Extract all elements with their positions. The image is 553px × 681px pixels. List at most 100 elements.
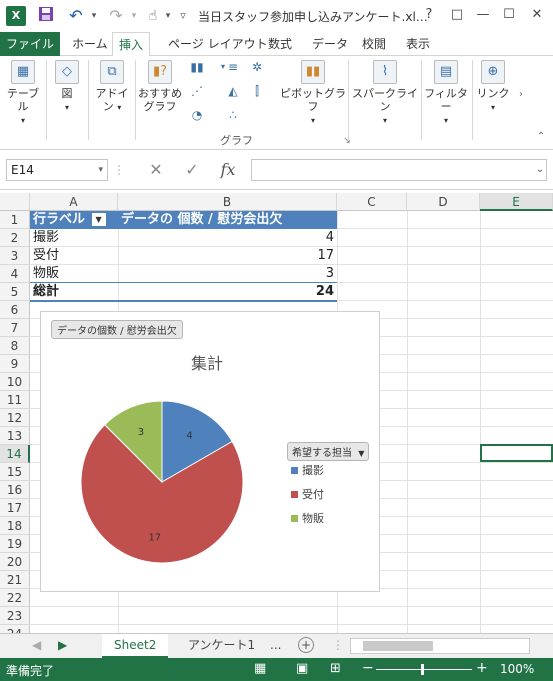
row-header[interactable]: 12 — [0, 409, 30, 427]
touch-mode-icon[interactable]: ☝ — [144, 6, 162, 26]
pivot-row-value[interactable]: 3 — [118, 265, 334, 283]
pivot-chart[interactable]: データの個数 / 慰労会出欠 集計 4 17 3 希望する担当 ▼ 撮影 受付 物販 — [40, 311, 380, 592]
zoom-in-button[interactable]: + — [476, 660, 488, 676]
pivot-total-value[interactable]: 24 — [118, 283, 334, 301]
link-button[interactable]: ⊕ リンク ▾ — [474, 60, 512, 114]
save-icon[interactable] — [36, 6, 56, 26]
name-box[interactable]: E14 ▾ — [6, 159, 108, 181]
pivot-chart-button[interactable]: ▮▮ ピボットグラフ ▾ — [280, 60, 346, 127]
expand-formula-bar-icon[interactable]: ⌄ — [528, 159, 552, 181]
row-header[interactable]: 21 — [0, 571, 30, 589]
bar-chart-icon[interactable]: ≡ — [222, 58, 244, 76]
select-all-corner[interactable] — [0, 193, 30, 211]
row-header[interactable]: 8 — [0, 337, 30, 355]
scrollbar-thumb[interactable] — [363, 641, 433, 651]
column-chart-icon[interactable]: ▮▮ — [186, 58, 208, 76]
column-header-a[interactable]: A — [30, 193, 118, 211]
stock-chart-icon[interactable]: ⫿ — [246, 82, 268, 100]
zoom-slider-track[interactable] — [376, 669, 472, 670]
row-header[interactable]: 10 — [0, 373, 30, 391]
row-header[interactable]: 4 — [0, 265, 30, 283]
insert-function-button[interactable]: fx — [216, 159, 240, 181]
zoom-level[interactable]: 100% — [500, 662, 534, 676]
name-box-dropdown-icon[interactable]: ▾ — [98, 160, 103, 180]
horizontal-scrollbar[interactable] — [350, 638, 530, 654]
data-label[interactable]: 17 — [148, 533, 161, 544]
tab-formulas[interactable]: 数式 — [262, 32, 298, 56]
pie-chart-icon[interactable]: ◔ — [186, 106, 208, 124]
ribbon-scroll-right-icon[interactable]: › — [510, 86, 532, 104]
scatter-chart-icon[interactable]: ∴ — [222, 106, 244, 124]
radar-chart-icon[interactable]: ✲ — [246, 58, 268, 76]
page-layout-view-icon[interactable]: ▣ — [296, 661, 308, 676]
chart-value-field-button[interactable]: データの個数 / 慰労会出欠 — [51, 320, 183, 339]
redo-dropdown-icon[interactable]: ▾ — [128, 6, 140, 26]
pivot-row-label[interactable]: 物販 — [33, 265, 59, 283]
illustrations-button[interactable]: ◇ 図 ▾ — [50, 60, 84, 114]
legend-dropdown-icon[interactable]: ▼ — [358, 449, 364, 458]
legend-entry[interactable]: 物販 — [291, 510, 324, 526]
collapse-ribbon-icon[interactable]: ⌃ — [530, 128, 552, 146]
qat-dropdown-icon[interactable]: ▾ — [162, 6, 174, 26]
zoom-out-button[interactable]: − — [362, 660, 374, 676]
tab-home[interactable]: ホーム — [66, 32, 114, 56]
filter-dropdown-icon[interactable]: ▼ — [91, 213, 106, 226]
row-header[interactable]: 14 — [0, 445, 30, 463]
addins-button[interactable]: ⧉ アドイ ン ▾ — [92, 60, 132, 114]
chart-title[interactable]: 集計 — [191, 350, 223, 374]
row-header[interactable]: 17 — [0, 499, 30, 517]
tab-review[interactable]: 校閲 — [356, 32, 392, 56]
column-header-c[interactable]: C — [337, 193, 407, 211]
close-button[interactable]: ✕ — [524, 4, 550, 26]
legend-entry[interactable]: 撮影 — [291, 462, 324, 478]
pivot-values-header[interactable]: データの 個数 / 慰労会出欠 — [118, 211, 337, 229]
legend-field-button[interactable]: 希望する担当 ▼ — [287, 442, 370, 461]
data-label[interactable]: 4 — [186, 430, 192, 441]
row-header[interactable]: 22 — [0, 589, 30, 607]
qat-customize-icon[interactable]: ▿ — [176, 6, 190, 26]
zoom-slider-thumb[interactable] — [421, 664, 424, 675]
sparkline-button[interactable]: ⌇ スパークライン ▾ — [350, 60, 420, 127]
row-header[interactable]: 13 — [0, 427, 30, 445]
tab-page-layout[interactable]: ページ レイアウト — [162, 32, 274, 56]
page-break-view-icon[interactable]: ⊞ — [330, 661, 341, 676]
row-header[interactable]: 18 — [0, 517, 30, 535]
pivot-row-value[interactable]: 17 — [118, 247, 334, 265]
next-sheet-icon[interactable]: ▶ — [46, 634, 79, 658]
maximize-button[interactable]: ☐ — [496, 4, 522, 26]
column-header-b[interactable]: B — [118, 193, 337, 211]
row-header[interactable]: 1 — [0, 211, 30, 229]
tab-view[interactable]: 表示 — [400, 32, 436, 56]
pivot-row-label[interactable]: 受付 — [33, 247, 59, 265]
cancel-icon[interactable]: ✕ — [144, 159, 168, 181]
tab-data[interactable]: データ — [306, 32, 354, 56]
row-header[interactable]: 6 — [0, 301, 30, 319]
row-header[interactable]: 23 — [0, 607, 30, 625]
normal-view-icon[interactable]: ▦ — [254, 661, 266, 676]
row-header[interactable]: 5 — [0, 283, 30, 301]
row-header[interactable]: 7 — [0, 319, 30, 337]
hierarchy-chart-icon[interactable]: ⋰ — [186, 82, 208, 100]
tab-insert[interactable]: 挿入 — [112, 32, 151, 57]
column-header-e[interactable]: E — [480, 193, 553, 211]
selected-cell[interactable] — [480, 444, 553, 462]
pivot-row-labels-header[interactable]: 行ラベル ▼ — [30, 211, 118, 229]
help-button[interactable]: ? — [416, 4, 442, 26]
row-header[interactable]: 3 — [0, 247, 30, 265]
enter-icon[interactable]: ✓ — [180, 159, 204, 181]
undo-icon[interactable]: ↶ — [66, 6, 86, 26]
data-label[interactable]: 3 — [138, 427, 144, 438]
table-button[interactable]: ▦ テーブル ▾ — [2, 60, 44, 127]
minimize-button[interactable]: — — [470, 4, 496, 26]
pivot-row-label[interactable]: 撮影 — [33, 229, 59, 247]
filter-button[interactable]: ▤ フィルター ▾ — [422, 60, 470, 127]
pivot-row-value[interactable]: 4 — [118, 229, 334, 247]
sheet-tab-survey1[interactable]: アンケート1 — [176, 634, 267, 658]
redo-icon[interactable]: ↷ — [106, 6, 126, 26]
pivot-total-label[interactable]: 総計 — [33, 283, 59, 301]
column-header-d[interactable]: D — [407, 193, 480, 211]
row-header[interactable]: 24 — [0, 625, 30, 633]
undo-dropdown-icon[interactable]: ▾ — [88, 6, 100, 26]
row-header[interactable]: 15 — [0, 463, 30, 481]
pie-plot-area[interactable]: 4 17 3 — [71, 392, 251, 572]
